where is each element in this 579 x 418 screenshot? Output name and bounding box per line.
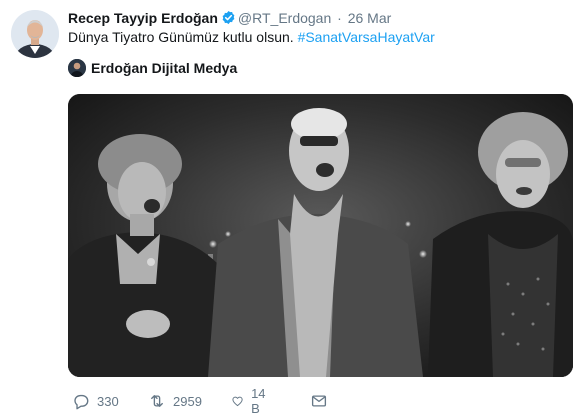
- author-avatar[interactable]: [11, 10, 59, 58]
- tweet-header: Recep Tayyip Erdoğan @RT_Erdogan · 26 Ma…: [68, 9, 391, 27]
- source-name: Erdoğan Dijital Medya: [91, 60, 238, 76]
- heart-icon: [232, 396, 243, 407]
- avatar-photo: [11, 10, 59, 58]
- separator-dot: ·: [337, 10, 342, 26]
- like-button[interactable]: 14 B: [231, 386, 270, 416]
- media-photo: [68, 94, 573, 377]
- tweet-body: Dünya Tiyatro Günümüz kutlu olsun.: [68, 29, 294, 45]
- reply-button[interactable]: 330: [72, 392, 119, 410]
- retweet-button[interactable]: 2959: [148, 392, 202, 410]
- reply-count: 330: [97, 393, 119, 409]
- reply-icon: [74, 394, 89, 410]
- like-count: 14 B: [251, 386, 266, 416]
- author-name[interactable]: Recep Tayyip Erdoğan: [68, 10, 218, 26]
- tweet-date[interactable]: 26 Mar: [348, 10, 392, 26]
- source-avatar-image: [68, 59, 86, 77]
- retweet-count: 2959: [173, 393, 202, 409]
- media-source[interactable]: Erdoğan Dijital Medya: [68, 59, 237, 77]
- hashtag-link[interactable]: #SanatVarsaHayatVar: [298, 29, 435, 45]
- author-handle[interactable]: @RT_Erdogan: [238, 10, 331, 26]
- direct-message-button[interactable]: [310, 392, 335, 410]
- verified-badge-icon: [222, 10, 235, 25]
- tweet-text: Dünya Tiyatro Günümüz kutlu olsun. #Sana…: [68, 28, 435, 46]
- tweet-media[interactable]: [68, 94, 573, 377]
- retweet-icon: [151, 395, 163, 407]
- source-avatar: [68, 59, 86, 77]
- envelope-icon: [311, 395, 327, 407]
